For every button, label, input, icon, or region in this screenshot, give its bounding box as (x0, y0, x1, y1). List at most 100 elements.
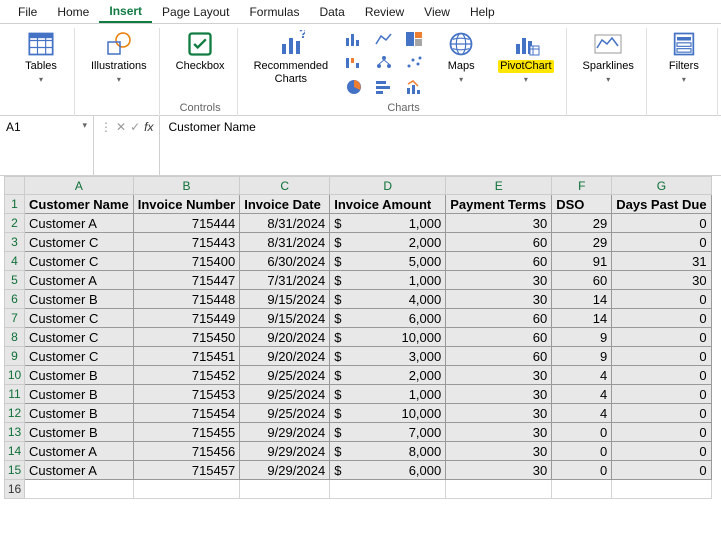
formula-input[interactable]: Customer Name (160, 116, 721, 175)
cell[interactable]: 0 (612, 328, 711, 347)
cell[interactable]: Customer C (25, 328, 134, 347)
cell[interactable]: 9/25/2024 (240, 385, 330, 404)
cell[interactable]: 9/20/2024 (240, 347, 330, 366)
cell[interactable]: 14 (552, 290, 612, 309)
cell[interactable]: 4 (552, 385, 612, 404)
cell[interactable]: 2,000 (330, 233, 446, 252)
maps-button[interactable]: Maps ▾ (436, 28, 486, 86)
cell[interactable]: 7/31/2024 (240, 271, 330, 290)
cell[interactable]: 4 (552, 366, 612, 385)
column-chart-button[interactable] (340, 28, 368, 50)
row-header-4[interactable]: 4 (5, 252, 25, 271)
cell[interactable]: 715444 (133, 214, 240, 233)
cell[interactable]: 7,000 (330, 423, 446, 442)
cell[interactable]: 31 (612, 252, 711, 271)
column-header-B[interactable]: B (133, 177, 240, 195)
cell[interactable]: 715451 (133, 347, 240, 366)
cell[interactable]: 0 (612, 385, 711, 404)
cell[interactable]: 30 (446, 423, 552, 442)
cell[interactable]: 0 (612, 404, 711, 423)
cell[interactable]: 8/31/2024 (240, 214, 330, 233)
cell[interactable]: 30 (446, 290, 552, 309)
cell[interactable]: 30 (446, 271, 552, 290)
cell[interactable]: 0 (612, 233, 711, 252)
cell[interactable]: 14 (552, 309, 612, 328)
cell[interactable]: 9/15/2024 (240, 290, 330, 309)
cell[interactable]: Customer B (25, 404, 134, 423)
cell[interactable]: 10,000 (330, 404, 446, 423)
cell[interactable]: 60 (446, 309, 552, 328)
row-header-11[interactable]: 11 (5, 385, 25, 404)
row-header-10[interactable]: 10 (5, 366, 25, 385)
cell[interactable]: 0 (612, 214, 711, 233)
cell[interactable]: 0 (552, 461, 612, 480)
row-header-1[interactable]: 1 (5, 195, 25, 214)
cell[interactable]: 715450 (133, 328, 240, 347)
cell[interactable]: 6,000 (330, 461, 446, 480)
menu-tab-review[interactable]: Review (355, 2, 414, 22)
menu-tab-file[interactable]: File (8, 2, 47, 22)
cell[interactable]: 715456 (133, 442, 240, 461)
row-header-13[interactable]: 13 (5, 423, 25, 442)
row-header-5[interactable]: 5 (5, 271, 25, 290)
cell[interactable]: 715455 (133, 423, 240, 442)
recommended-charts-button[interactable]: ? Recommended Charts (250, 28, 333, 88)
menu-tab-data[interactable]: Data (309, 2, 354, 22)
cell[interactable]: 715443 (133, 233, 240, 252)
combo-chart-button[interactable] (400, 76, 428, 98)
cell[interactable]: 0 (552, 423, 612, 442)
hierarchy-chart-button[interactable] (370, 52, 398, 74)
cell[interactable]: Customer B (25, 290, 134, 309)
cell[interactable]: Customer C (25, 347, 134, 366)
cell[interactable]: 0 (612, 347, 711, 366)
formula-cancel-icon[interactable]: ✕ (116, 120, 126, 134)
cell[interactable]: 6,000 (330, 309, 446, 328)
cell[interactable]: 9/29/2024 (240, 461, 330, 480)
row-header-3[interactable]: 3 (5, 233, 25, 252)
cell[interactable]: 60 (446, 252, 552, 271)
header-cell[interactable]: Payment Terms (446, 195, 552, 214)
row-header-7[interactable]: 7 (5, 309, 25, 328)
filters-button[interactable]: Filters ▾ (659, 28, 709, 86)
row-header-15[interactable]: 15 (5, 461, 25, 480)
cell[interactable]: 60 (446, 233, 552, 252)
illustrations-button[interactable]: Illustrations ▾ (87, 28, 151, 86)
cell[interactable]: 8/31/2024 (240, 233, 330, 252)
treemap-chart-button[interactable] (400, 28, 428, 50)
cell[interactable]: 3,000 (330, 347, 446, 366)
menu-tab-formulas[interactable]: Formulas (239, 2, 309, 22)
cell[interactable]: 715448 (133, 290, 240, 309)
row-header-2[interactable]: 2 (5, 214, 25, 233)
cell[interactable]: Customer C (25, 309, 134, 328)
cell[interactable]: Customer B (25, 366, 134, 385)
cell[interactable]: 1,000 (330, 214, 446, 233)
menu-tab-page-layout[interactable]: Page Layout (152, 2, 239, 22)
cell[interactable] (552, 480, 612, 499)
bar-chart-button[interactable] (370, 76, 398, 98)
cell[interactable]: 30 (446, 404, 552, 423)
cell[interactable]: 60 (446, 347, 552, 366)
column-header-G[interactable]: G (612, 177, 711, 195)
column-header-E[interactable]: E (446, 177, 552, 195)
cell[interactable]: 715452 (133, 366, 240, 385)
header-cell[interactable]: Invoice Amount (330, 195, 446, 214)
column-header-A[interactable]: A (25, 177, 134, 195)
cell[interactable]: 8,000 (330, 442, 446, 461)
cell[interactable]: 715447 (133, 271, 240, 290)
cell[interactable]: 6/30/2024 (240, 252, 330, 271)
cell[interactable]: 5,000 (330, 252, 446, 271)
column-header-C[interactable]: C (240, 177, 330, 195)
select-all-corner[interactable] (5, 177, 25, 195)
cell[interactable]: 0 (612, 423, 711, 442)
cell[interactable] (446, 480, 552, 499)
cell[interactable]: Customer C (25, 252, 134, 271)
cell[interactable]: 29 (552, 233, 612, 252)
name-box[interactable]: A1 ▾ (0, 116, 94, 175)
cell[interactable] (612, 480, 711, 499)
cell[interactable]: Customer A (25, 442, 134, 461)
cell[interactable]: 4,000 (330, 290, 446, 309)
fx-icon[interactable]: fx (144, 120, 153, 134)
cell[interactable]: Customer B (25, 385, 134, 404)
tables-button[interactable]: Tables ▾ (16, 28, 66, 86)
spreadsheet-grid[interactable]: ABCDEFG 1Customer NameInvoice NumberInvo… (4, 176, 712, 499)
